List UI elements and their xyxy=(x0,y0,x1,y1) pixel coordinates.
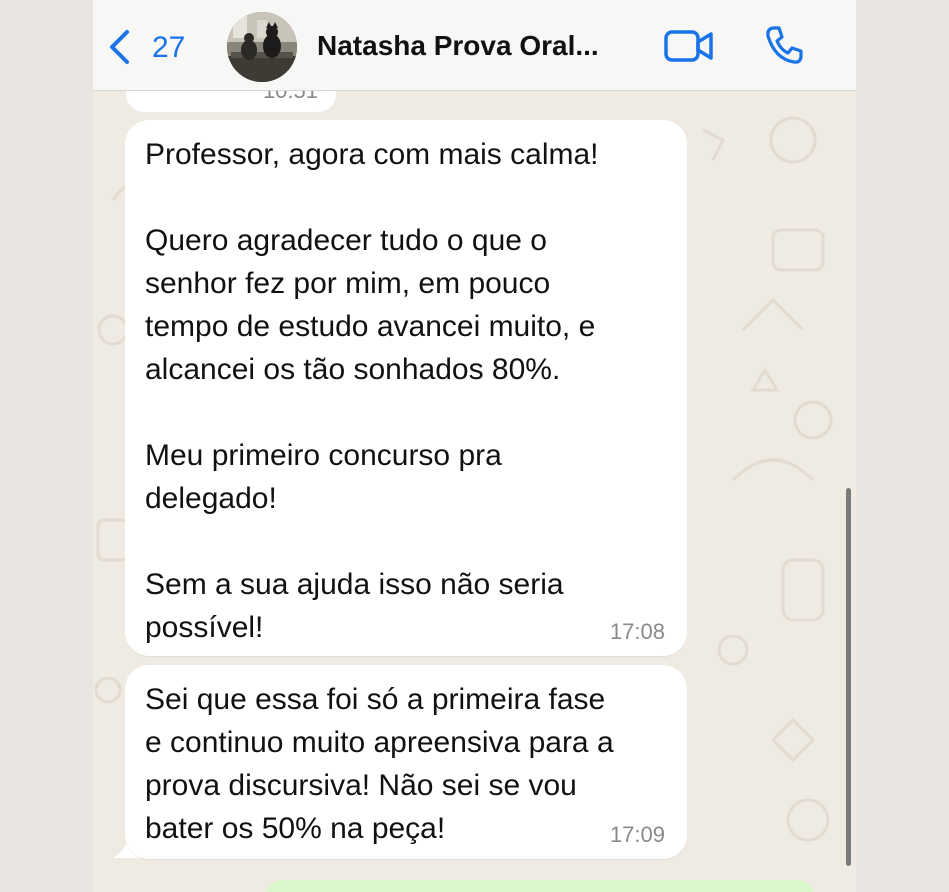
message-time: 17:08 xyxy=(609,619,665,644)
next-message-bubble[interactable] xyxy=(265,880,815,892)
chevron-left-icon xyxy=(110,30,129,64)
scrollbar[interactable] xyxy=(846,488,851,866)
voice-call-button[interactable] xyxy=(763,24,805,71)
video-call-icon xyxy=(664,30,713,62)
back-button[interactable]: 27 xyxy=(107,27,207,67)
chat-screen: 27 Natasha Prova Oral... Professor, agor… xyxy=(93,0,856,892)
contact-avatar[interactable] xyxy=(227,12,297,82)
message-time: 17:09 xyxy=(609,822,665,847)
avatar-photo xyxy=(227,12,297,82)
chat-header: 27 Natasha Prova Oral... xyxy=(93,0,856,91)
phone-icon xyxy=(766,26,803,64)
incoming-message[interactable]: Sei que essa foi só a primeira fase e co… xyxy=(125,665,687,859)
unread-count: 27 xyxy=(152,31,186,64)
incoming-message[interactable]: Professor, agora com mais calma! Quero a… xyxy=(125,120,687,656)
message-text: Sei que essa foi só a primeira fase e co… xyxy=(145,683,614,845)
message-text: Professor, agora com mais calma! Quero a… xyxy=(145,138,599,644)
video-call-button[interactable] xyxy=(664,28,714,69)
contact-name[interactable]: Natasha Prova Oral... xyxy=(317,30,637,62)
